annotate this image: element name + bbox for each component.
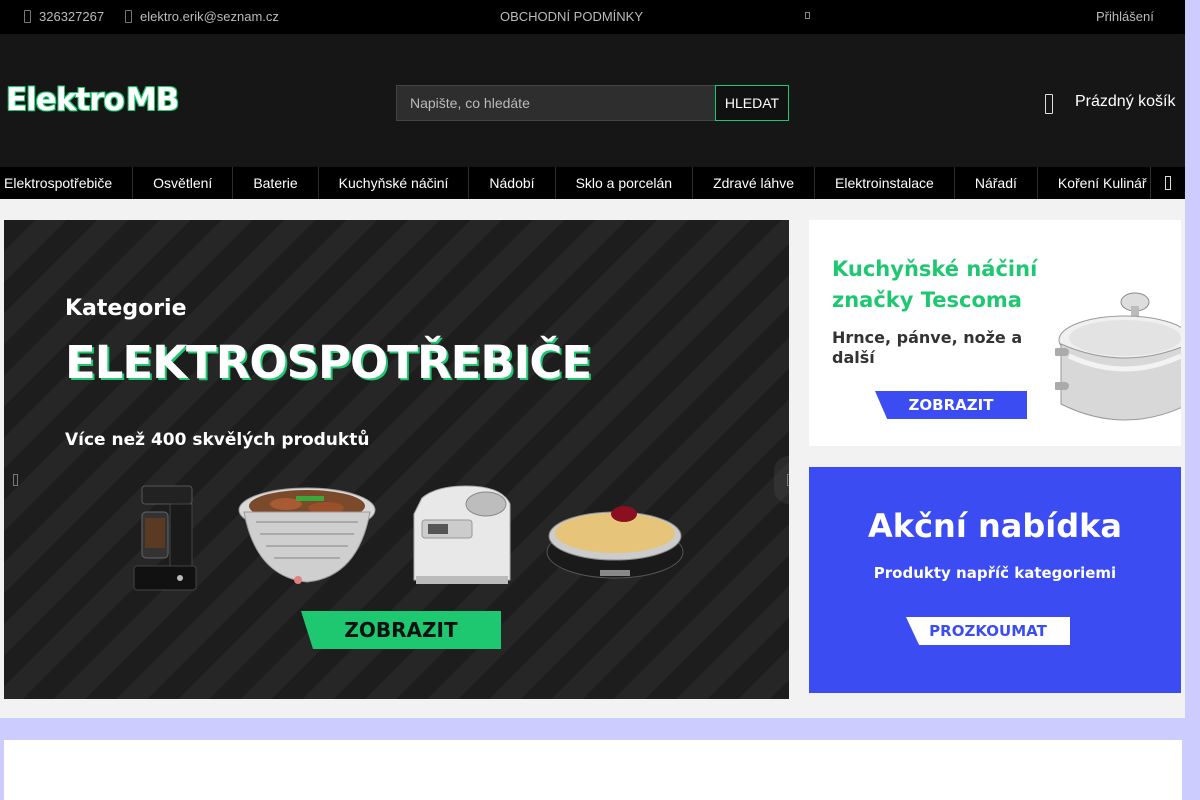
contact-email[interactable]: elektro.erik@seznam.cz xyxy=(125,9,279,24)
ice-cream-maker-icon xyxy=(413,485,511,584)
search-input[interactable] xyxy=(396,85,716,121)
logo-text-mb: MB xyxy=(125,82,179,118)
promo-banner-title: Akční nabídka xyxy=(868,507,1122,545)
hero-slider[interactable]: Kategorie ELEKTROSPOTŘEBIČE Více než 400… xyxy=(4,220,789,699)
nav-item-elektrospotrebice[interactable]: Elektrospotřebiče xyxy=(0,167,134,199)
mail-icon xyxy=(125,10,132,23)
promo-banner-subtitle: Produkty napříč kategoriemi xyxy=(873,564,1117,582)
coffee-maker-icon xyxy=(133,485,197,591)
nav-item-nadobi[interactable]: Nádobí xyxy=(469,167,556,199)
menu-more-icon[interactable] xyxy=(1150,167,1185,199)
login-link[interactable]: Přihlášení xyxy=(1096,9,1154,24)
slide-show-button[interactable]: ZOBRAZIT xyxy=(301,611,501,649)
slider-prev-arrow-icon[interactable] xyxy=(4,456,30,504)
nav-item-kuchynske-nacini[interactable]: Kuchyňské náčiní xyxy=(319,167,470,199)
phone-icon xyxy=(24,10,31,23)
search-button[interactable]: HLEDAT xyxy=(715,85,789,121)
nav-item-koreni-kulinar[interactable]: Koření Kulinář xyxy=(1038,167,1168,199)
site-header: ElektroMB HLEDAT Prázdný košík xyxy=(0,34,1185,167)
slider-next-arrow-icon[interactable] xyxy=(774,456,789,504)
grill-icon xyxy=(238,487,376,584)
promo-banner[interactable]: Akční nabídka Produkty napříč kategoriem… xyxy=(809,467,1181,693)
cart-label: Prázdný košík xyxy=(1075,93,1176,110)
contact-phone[interactable]: 326327267 xyxy=(24,9,104,24)
slide-title: ELEKTROSPOTŘEBIČE xyxy=(65,336,592,389)
expand-icon[interactable] xyxy=(805,12,810,19)
tescoma-banner[interactable]: Kuchyňské náčiní značky Tescoma Hrnce, p… xyxy=(809,220,1181,446)
site-logo[interactable]: ElektroMB xyxy=(6,82,179,118)
tescoma-banner-title: Kuchyňské náčiní značky Tescoma xyxy=(832,257,1038,312)
slide-subtitle: Více než 400 skvělých produktů xyxy=(65,430,370,450)
content-section xyxy=(4,740,1182,800)
category-nav: Elektrospotřebiče Osvětlení Baterie Kuch… xyxy=(0,167,1185,199)
cart-icon xyxy=(1045,94,1053,114)
cart-link[interactable]: Prázdný košík xyxy=(1045,92,1176,114)
nav-item-zdrave-lahve[interactable]: Zdravé láhve xyxy=(693,167,816,199)
email-address: elektro.erik@seznam.cz xyxy=(140,9,279,24)
top-bar: 326327267 elektro.erik@seznam.cz OBCHODN… xyxy=(0,0,1185,34)
tescoma-show-button[interactable]: ZOBRAZIT xyxy=(875,391,1027,419)
nav-item-elektroinstalace[interactable]: Elektroinstalace xyxy=(815,167,955,199)
nav-item-baterie[interactable]: Baterie xyxy=(233,167,319,199)
crepe-maker-icon xyxy=(546,506,684,579)
nav-item-osvetleni[interactable]: Osvětlení xyxy=(133,167,234,199)
slide-kicker: Kategorie xyxy=(65,296,187,321)
nav-item-naradi[interactable]: Nářadí xyxy=(955,167,1038,199)
pot-icon xyxy=(1055,292,1181,421)
terms-link[interactable]: OBCHODNÍ PODMÍNKY xyxy=(500,9,643,24)
tescoma-banner-subtitle: Hrnce, pánve, nože a další xyxy=(832,328,1023,367)
logo-text-elektro: Elektro xyxy=(6,82,125,118)
phone-number: 326327267 xyxy=(39,9,105,24)
promo-explore-button[interactable]: PROZKOUMAT xyxy=(906,617,1070,645)
nav-item-sklo-a-porcelan[interactable]: Sklo a porcelán xyxy=(556,167,694,199)
